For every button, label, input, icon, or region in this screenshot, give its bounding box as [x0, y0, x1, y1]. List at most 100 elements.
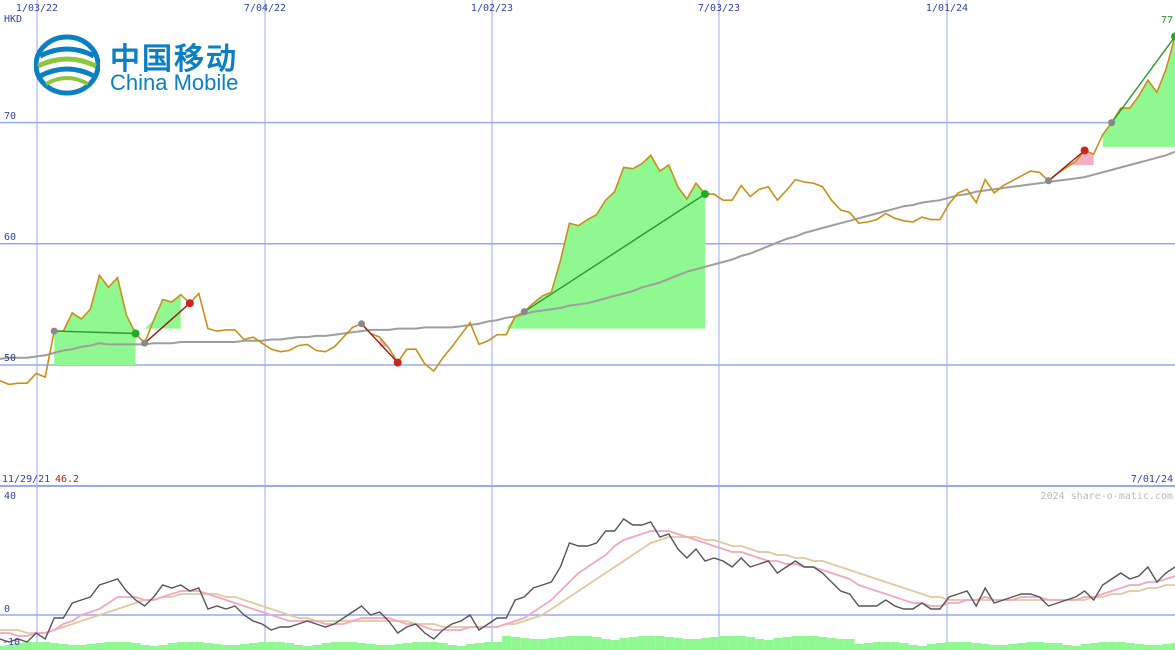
osc-y-tick-label: -10 [2, 637, 20, 648]
y-tick-label: 60 [4, 232, 16, 243]
trade-exit-marker [131, 329, 140, 338]
volume-bar [194, 642, 204, 650]
volume-bar [176, 642, 186, 650]
volume-bar [592, 637, 602, 650]
osc-y-tick-label: 0 [4, 604, 10, 615]
china-mobile-logo: 中国移动 China Mobile [34, 34, 244, 98]
volume-bar [917, 646, 927, 650]
volume-bar [936, 643, 945, 650]
volume-bar [547, 638, 557, 650]
volume-bar [1107, 642, 1117, 650]
volume-bar [86, 644, 96, 650]
volume-bar [664, 637, 674, 650]
volume-bar [456, 646, 466, 650]
volume-bar [276, 642, 286, 650]
volume-bar [827, 638, 837, 650]
volume-bar [429, 642, 439, 650]
volume-bar [1035, 642, 1045, 650]
y-tick-label: 50 [4, 353, 16, 364]
trade-line [1048, 149, 1086, 182]
volume-bar [791, 636, 801, 650]
trade-entry-marker [358, 320, 366, 328]
volume-bar [475, 643, 485, 650]
volume-bar [701, 638, 710, 650]
date-start-label: 11/29/21 [2, 474, 50, 485]
volume-bar [348, 642, 358, 650]
date-end-label: 7/01/24 [1131, 474, 1173, 485]
volume-bar [1171, 643, 1175, 650]
volume-bar [836, 639, 846, 650]
volume-bar [583, 636, 593, 650]
volume-bar [746, 637, 756, 650]
volume-bar [294, 645, 304, 650]
volume-bar [267, 642, 277, 650]
china-mobile-logo-icon [34, 34, 100, 96]
volume-bar [140, 645, 150, 650]
volume-bar [1071, 646, 1081, 650]
loss-region [379, 337, 416, 347]
indicator-value-label: 46.2 [55, 474, 79, 485]
x-tick-label: 7/04/22 [244, 3, 286, 14]
volume-bar [484, 642, 494, 650]
y-tick-label: 70 [4, 111, 16, 122]
volume-bar [981, 644, 991, 650]
volume-bar [23, 642, 33, 650]
watermark: 2024 share-o-matic.com [1041, 491, 1173, 502]
trade-entry-marker [50, 327, 58, 335]
volume-bar [655, 636, 665, 650]
volume-bar [511, 637, 521, 650]
trade-exit-marker [1171, 32, 1175, 41]
oscillator-signal-line [0, 530, 1175, 637]
volume-bar [149, 646, 159, 650]
volume-bar [203, 643, 213, 650]
osc-y-tick-label: 40 [4, 491, 16, 502]
trade-entry-marker [141, 339, 149, 347]
oscillator-line [0, 518, 1175, 643]
volume-bar [50, 643, 60, 650]
volume-bar [438, 643, 448, 650]
volume-bar [764, 640, 774, 650]
volume-bar [77, 645, 87, 650]
volume-bar [646, 636, 656, 650]
volume-bar [221, 645, 231, 650]
volume-bar [447, 645, 457, 650]
volume-bar [673, 638, 683, 650]
volume-bar [863, 643, 873, 650]
volume-bar [303, 646, 313, 650]
volume-bar [1008, 644, 1018, 650]
volume-bar [1062, 645, 1072, 650]
volume-bar [538, 639, 548, 650]
volume-bar [249, 643, 259, 650]
volume-bar [755, 639, 765, 650]
volume-bar [285, 643, 295, 650]
volume-bar [926, 644, 936, 650]
logo-name-english: China Mobile [110, 70, 239, 95]
volume-bar [890, 642, 900, 650]
volume-bar [1134, 644, 1144, 650]
x-tick-label: 1/01/24 [926, 3, 968, 14]
volume-bar [556, 637, 566, 650]
volume-bar [945, 642, 955, 650]
volume-bar [637, 636, 647, 650]
volume-bar [104, 642, 114, 650]
volume-bar [574, 636, 584, 650]
oscillator-slow-line [0, 536, 1175, 634]
volume-bar [881, 642, 891, 650]
volume-bar [402, 643, 412, 650]
volume-bar [1161, 644, 1171, 650]
gain-region [54, 275, 136, 365]
volume-bar [321, 643, 331, 650]
volume-bar [520, 638, 530, 650]
trade-exit-marker [1080, 146, 1089, 155]
volume-bar [1044, 643, 1054, 650]
x-tick-label: 7/03/23 [698, 3, 740, 14]
volume-bar [628, 637, 638, 650]
volume-bar [954, 642, 964, 650]
volume-bar [357, 643, 367, 650]
volume-bar [375, 645, 385, 650]
x-tick-label: 1/03/22 [16, 3, 58, 14]
volume-bar [32, 642, 42, 650]
volume-bar [212, 644, 222, 650]
volume-bar [972, 643, 982, 650]
volume-bar [411, 642, 421, 650]
